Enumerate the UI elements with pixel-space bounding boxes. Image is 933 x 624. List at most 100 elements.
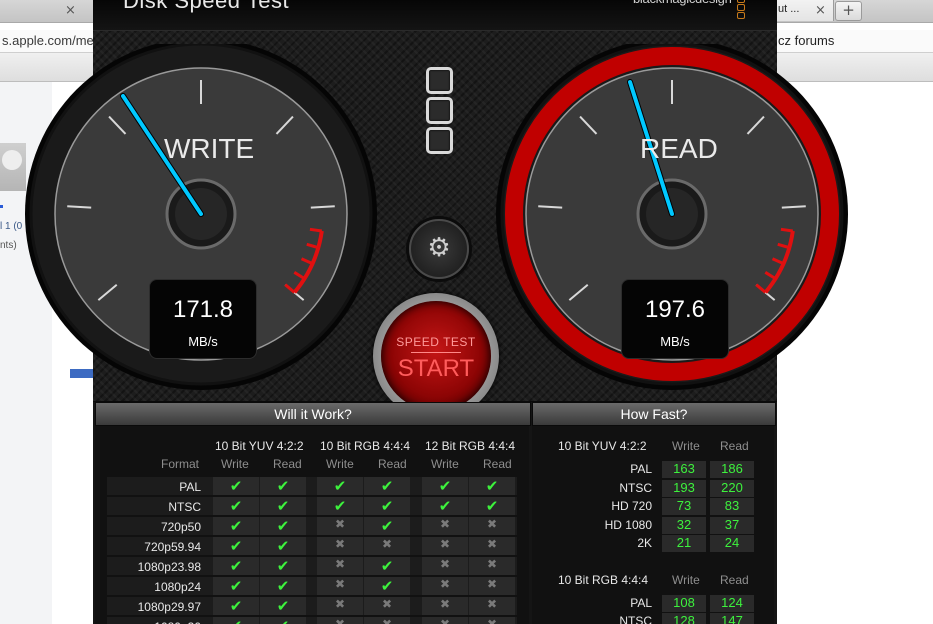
start-button-face[interactable]: SPEED TEST START — [381, 301, 491, 411]
checkmark-icon: ✔ — [260, 477, 306, 495]
read-column-header: Read — [378, 457, 407, 471]
write-column-header: Write — [672, 439, 700, 453]
write-speed-cell: 108 — [662, 594, 706, 612]
cross-icon: ✖ — [469, 517, 515, 535]
group-title: 12 Bit RGB 4:4:4 — [425, 439, 516, 453]
write-readout: 171.8 MB/s — [149, 279, 257, 359]
checkmark-icon: ✔ — [422, 477, 468, 495]
format-label: 720p59.94 — [144, 540, 201, 554]
read-speed-cell: 147 — [710, 613, 754, 624]
gauge-tick — [67, 205, 92, 209]
checkmark-icon: ✔ — [213, 537, 259, 555]
cross-icon: ✖ — [422, 617, 468, 624]
app-title: Disk Speed Test — [123, 0, 290, 13]
checkmark-icon: ✔ — [260, 517, 306, 535]
checkmark-icon: ✔ — [364, 517, 410, 535]
cross-icon: ✖ — [317, 597, 363, 615]
cross-icon: ✖ — [364, 617, 410, 624]
cross-icon: ✖ — [317, 537, 363, 555]
format-label: NTSC — [168, 500, 201, 514]
format-label: NTSC — [619, 480, 652, 495]
gauge-tick — [538, 205, 563, 209]
cross-icon: ✖ — [422, 577, 468, 595]
checkmark-icon: ✔ — [260, 537, 306, 555]
tab-close-icon[interactable]: × — [65, 3, 76, 18]
checkmark-icon: ✔ — [213, 517, 259, 535]
cross-icon: ✖ — [469, 617, 515, 624]
brand-logo-icon — [737, 0, 745, 19]
checkmark-icon: ✔ — [260, 497, 306, 515]
start-button-caption: SPEED TEST — [396, 335, 476, 349]
cross-icon: ✖ — [422, 537, 468, 555]
checkmark-icon: ✔ — [260, 597, 306, 615]
tab-close-icon[interactable]: × — [815, 3, 826, 18]
checkmark-icon: ✔ — [422, 497, 468, 515]
will-it-work-header: Will it Work? — [95, 402, 531, 426]
mode-button-icon[interactable] — [426, 67, 453, 94]
format-label: 1080p23.98 — [137, 560, 201, 574]
format-label: PAL — [630, 462, 652, 476]
gauge-tick — [781, 205, 806, 209]
avatar-head-icon — [2, 150, 22, 170]
start-button-label: START — [397, 355, 475, 382]
mode-button-icon[interactable] — [426, 127, 453, 154]
brand-name: blackmagicdesign — [633, 0, 732, 6]
write-speed-cell: 193 — [662, 479, 706, 497]
checkmark-icon: ✔ — [213, 597, 259, 615]
read-speed-cell: 186 — [710, 461, 754, 478]
checkmark-icon: ✔ — [260, 617, 306, 624]
checkmark-icon: ✔ — [213, 577, 259, 595]
mode-button-icon[interactable] — [426, 97, 453, 124]
cross-icon: ✖ — [422, 597, 468, 615]
write-speed-unit: MB/s — [188, 334, 218, 349]
format-label: 1080p24 — [154, 580, 201, 594]
read-speed-cell: 220 — [710, 479, 754, 497]
how-fast-header: How Fast? — [532, 402, 776, 426]
write-speed-cell: 73 — [662, 498, 706, 515]
will-it-work-table: 10 Bit YUV 4:2:2 Write Read 10 Bit RGB 4:4:… — [95, 426, 529, 624]
read-speed-cell: 83 — [710, 498, 754, 515]
gauge-red-tick — [309, 227, 323, 233]
start-button-divider — [411, 352, 461, 353]
checkmark-icon: ✔ — [364, 497, 410, 515]
format-label: HD 720 — [611, 499, 652, 513]
cross-icon: ✖ — [422, 557, 468, 575]
cross-icon: ✖ — [469, 537, 515, 555]
checkmark-icon: ✔ — [260, 557, 306, 575]
cross-icon: ✖ — [364, 597, 410, 615]
format-label: 720p50 — [160, 520, 201, 534]
start-button[interactable]: SPEED TEST START — [373, 293, 499, 419]
format-label: PAL — [630, 595, 652, 610]
read-column-header: Read — [483, 457, 512, 471]
read-speed-cell: 124 — [710, 594, 754, 612]
new-tab-button[interactable]: + — [835, 1, 862, 21]
post-meta[interactable]: l 1 (0 — [0, 221, 22, 232]
checkmark-icon: ✔ — [213, 477, 259, 495]
read-speed-cell: 37 — [710, 516, 754, 534]
checkmark-icon: ✔ — [317, 497, 363, 515]
read-gauge-label: READ — [640, 133, 718, 164]
write-speed-cell: 21 — [662, 535, 706, 552]
cross-icon: ✖ — [422, 517, 468, 535]
write-column-header: Write — [221, 457, 249, 471]
cross-icon: ✖ — [317, 517, 363, 535]
how-fast-table: 10 Bit YUV 4:2:2 Write Read PAL 163 186 NTSC 19… — [532, 426, 774, 624]
write-speed-cell: 128 — [662, 613, 706, 624]
cross-icon: ✖ — [469, 577, 515, 595]
status-dot — [0, 205, 3, 208]
read-column-header: Read — [273, 457, 302, 471]
settings-gear-icon[interactable]: ⚙ — [409, 219, 469, 279]
cross-icon: ✖ — [317, 577, 363, 595]
checkmark-icon: ✔ — [317, 477, 363, 495]
write-speed-cell: 163 — [662, 461, 706, 478]
format-label: 1080p30 — [107, 620, 201, 624]
format-label: 1080p29.97 — [137, 600, 201, 614]
cross-icon: ✖ — [469, 597, 515, 615]
write-column-header: Write — [431, 457, 459, 471]
checkmark-icon: ✔ — [213, 557, 259, 575]
read-speed-cell: 24 — [710, 535, 754, 552]
read-readout: 197.6 MB/s — [621, 279, 729, 359]
group-title: 10 Bit RGB 4:4:4 — [558, 572, 649, 587]
format-label: HD 1080 — [604, 517, 652, 532]
gauge-tick — [310, 205, 335, 209]
